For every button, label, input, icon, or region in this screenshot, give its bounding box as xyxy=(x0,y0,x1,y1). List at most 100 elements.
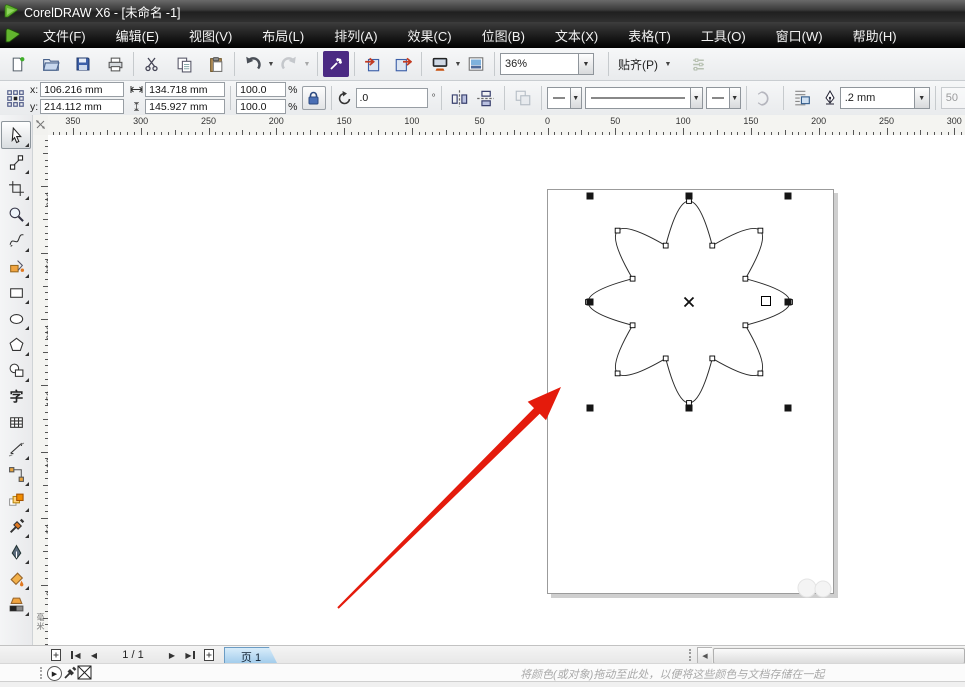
arrow-end-combo[interactable]: ▼ xyxy=(705,87,741,109)
save-button[interactable] xyxy=(70,51,96,77)
shape-tool[interactable] xyxy=(2,149,30,175)
welcome-screen-button[interactable] xyxy=(463,51,489,77)
flyout-arrow[interactable] xyxy=(25,300,29,304)
undo-button[interactable] xyxy=(240,51,266,77)
flyout-arrow[interactable] xyxy=(25,274,29,278)
selection-handle[interactable] xyxy=(784,298,792,306)
curve-node[interactable] xyxy=(614,227,621,234)
ruler-origin-corner[interactable] xyxy=(33,115,49,136)
selection-handle[interactable] xyxy=(685,404,693,412)
crop-tool[interactable] xyxy=(2,175,30,201)
rotation-angle-field[interactable] xyxy=(355,88,428,108)
drawing-canvas[interactable] xyxy=(48,135,965,645)
flyout-arrow[interactable] xyxy=(25,143,29,147)
zoom-tool[interactable] xyxy=(2,201,30,227)
text-tool[interactable]: 字 xyxy=(2,383,30,409)
selection-handle[interactable] xyxy=(586,298,594,306)
curve-node[interactable] xyxy=(742,322,749,329)
color-eyedropper-tool[interactable] xyxy=(2,513,30,539)
table-tool[interactable] xyxy=(2,409,30,435)
menu-item[interactable]: 帮助(H) xyxy=(838,22,912,48)
new-document-button[interactable] xyxy=(4,51,30,77)
add-page-front-button[interactable] xyxy=(48,646,64,664)
redo-button[interactable] xyxy=(276,51,302,77)
lock-ratio-button[interactable] xyxy=(301,86,326,110)
selection-handle[interactable] xyxy=(784,192,792,200)
scale-h-field[interactable] xyxy=(236,82,287,97)
undo-dropdown-arrow[interactable]: ▼ xyxy=(266,61,276,68)
zoom-level-combo[interactable]: 36% ▼ xyxy=(500,53,594,75)
misc-value-box[interactable]: 50 xyxy=(940,87,965,109)
scrollbar-thumb[interactable] xyxy=(713,648,965,664)
add-page-back-button[interactable] xyxy=(201,646,217,664)
no-fill-swatch[interactable] xyxy=(77,665,92,680)
flyout-arrow[interactable] xyxy=(25,586,29,590)
curve-node[interactable] xyxy=(614,370,621,377)
print-button[interactable] xyxy=(102,51,128,77)
menu-item[interactable]: 窗口(W) xyxy=(761,22,838,48)
next-page-button[interactable]: ▶ xyxy=(165,646,179,664)
curve-node[interactable] xyxy=(629,322,636,329)
x-position-field[interactable] xyxy=(40,82,125,97)
previous-page-button[interactable]: ◀ xyxy=(87,646,101,664)
selection-handle[interactable] xyxy=(784,404,792,412)
menu-item[interactable]: 文本(X) xyxy=(540,22,613,48)
export-button[interactable] xyxy=(390,51,416,77)
page[interactable] xyxy=(547,189,834,594)
ellipse-tool[interactable] xyxy=(2,305,30,331)
curve-node[interactable] xyxy=(742,275,749,282)
flyout-arrow[interactable] xyxy=(25,378,29,382)
object-width-field[interactable] xyxy=(145,82,226,97)
open-button[interactable] xyxy=(38,51,64,77)
smart-fill-tool[interactable] xyxy=(2,253,30,279)
copy-button[interactable] xyxy=(171,51,197,77)
pick-tool[interactable] xyxy=(1,121,31,149)
freehand-tool[interactable] xyxy=(2,227,30,253)
curve-node[interactable] xyxy=(757,227,764,234)
flyout-arrow[interactable] xyxy=(25,560,29,564)
line-style-combo[interactable]: ▼ xyxy=(584,87,703,109)
basic-shapes-tool[interactable] xyxy=(2,357,30,383)
zoom-combo-arrow[interactable]: ▼ xyxy=(578,54,593,74)
flyout-arrow[interactable] xyxy=(25,248,29,252)
fill-tool[interactable] xyxy=(2,565,30,591)
selection-handle[interactable] xyxy=(586,192,594,200)
shape-glyph-node[interactable] xyxy=(761,296,771,306)
corel-connect-button[interactable] xyxy=(323,51,349,77)
eyedropper-icon[interactable] xyxy=(63,666,77,680)
connector-tool[interactable] xyxy=(2,461,30,487)
object-height-field[interactable] xyxy=(145,99,226,114)
selection-handle[interactable] xyxy=(685,192,693,200)
menu-logo-icon[interactable] xyxy=(5,27,20,43)
last-page-button[interactable]: ▶ xyxy=(182,646,198,664)
flyout-arrow[interactable] xyxy=(25,170,29,174)
selection-handle[interactable] xyxy=(586,404,594,412)
menu-item[interactable]: 效果(C) xyxy=(393,22,467,48)
menu-item[interactable]: 编辑(E) xyxy=(101,22,174,48)
flyout-arrow[interactable] xyxy=(25,508,29,512)
cut-button[interactable] xyxy=(139,51,165,77)
pane-splitter[interactable] xyxy=(689,649,695,661)
menu-item[interactable]: 表格(T) xyxy=(613,22,686,48)
menu-item[interactable]: 文件(F) xyxy=(28,22,101,48)
mirror-horizontal-button[interactable] xyxy=(447,85,473,111)
blend-tool[interactable] xyxy=(2,487,30,513)
flyout-arrow[interactable] xyxy=(25,326,29,330)
arrow-start-combo[interactable]: ▼ xyxy=(546,87,582,109)
flyout-arrow[interactable] xyxy=(25,222,29,226)
menu-item[interactable]: 布局(L) xyxy=(247,22,319,48)
snap-to-button[interactable]: 贴齐(P) ▼ xyxy=(614,56,677,73)
palette-grip-handle[interactable] xyxy=(40,667,45,679)
dimension-tool[interactable] xyxy=(2,435,30,461)
mirror-vertical-button[interactable] xyxy=(473,85,499,111)
application-launcher-button[interactable] xyxy=(427,51,453,77)
palette-flyout-button[interactable]: ▶ xyxy=(47,666,62,681)
flyout-arrow[interactable] xyxy=(25,352,29,356)
horizontal-ruler[interactable]: 350 300 250 200 150 100 50 0 50 100 150 200 250 300 xyxy=(48,115,965,136)
flyout-arrow[interactable] xyxy=(25,534,29,538)
wrap-text-button[interactable] xyxy=(789,85,815,111)
outline-pen-tool[interactable] xyxy=(2,539,30,565)
scale-v-field[interactable] xyxy=(236,99,287,114)
flyout-arrow[interactable] xyxy=(25,456,29,460)
interactive-fill-tool[interactable] xyxy=(2,591,30,617)
